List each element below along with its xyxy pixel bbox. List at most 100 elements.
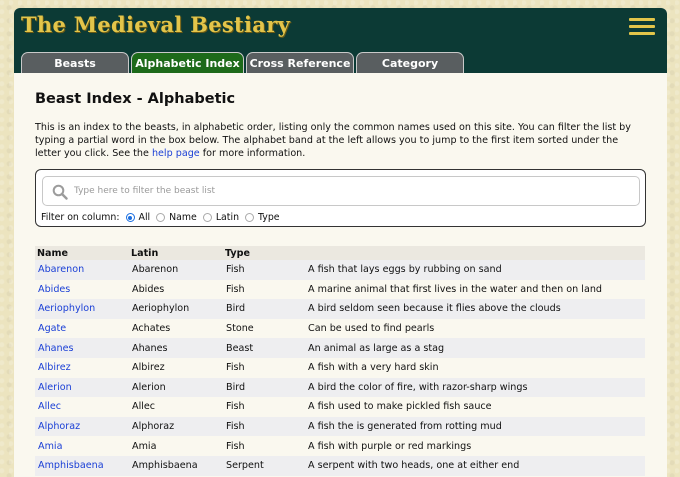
beast-latin-cell: Allec: [129, 397, 223, 417]
beast-latin-cell: Achates: [129, 318, 223, 339]
radio-dot[interactable]: [202, 213, 212, 222]
beast-name-cell: Ahanes: [35, 338, 129, 358]
tab-alphabetic-index[interactable]: Alphabetic Index: [131, 52, 244, 73]
beast-latin-cell: Aeriophylon: [129, 299, 223, 319]
beast-latin-cell: Ahanes: [129, 338, 223, 358]
beast-name-cell: Aeriophylon: [35, 299, 129, 319]
radio-all[interactable]: All: [125, 212, 151, 223]
table-row: Amia Amia Fish A fish with purple or red ma…: [35, 436, 645, 456]
filter-column-options: Filter on column: All Name Latin Type: [41, 212, 286, 223]
filter-column-label: Filter on column:: [41, 212, 120, 223]
radio-type[interactable]: Type: [245, 212, 280, 223]
beast-type-cell: Fish: [223, 260, 305, 280]
beast-latin-cell: Abarenon: [129, 260, 223, 280]
beast-description-cell: A marine animal that first lives in the …: [305, 279, 645, 300]
column-header-name[interactable]: Name: [35, 246, 129, 260]
beast-name-link[interactable]: Alphoraz: [38, 421, 80, 432]
beast-name-link[interactable]: Albirez: [38, 362, 71, 373]
beast-name-link[interactable]: Agate: [38, 323, 66, 334]
beast-type-cell: Stone: [223, 318, 305, 339]
page-title: Beast Index - Alphabetic: [35, 91, 236, 107]
beast-type-cell: Fish: [223, 357, 305, 378]
search-icon: [52, 184, 68, 200]
beast-type-cell: Bird: [223, 377, 305, 398]
intro-text-end: for more information.: [199, 148, 306, 159]
beast-name-link[interactable]: Aeriophylon: [38, 303, 95, 314]
radio-label: Type: [258, 212, 280, 223]
table-row: Albirez Albirez Fish A fish with a very har…: [35, 357, 645, 378]
intro-text-part: This is an index to the beasts, in alpha…: [35, 122, 631, 159]
beast-latin-cell: Alphoraz: [129, 416, 223, 437]
filter-panel: Filter on column: All Name Latin Type: [35, 169, 646, 227]
beast-type-cell: Fish: [223, 416, 305, 437]
beast-latin-cell: Alerion: [129, 377, 223, 398]
help-page-link[interactable]: help page: [152, 148, 200, 159]
beast-type-cell: Fish: [223, 279, 305, 300]
radio-label: All: [138, 212, 151, 223]
beast-name-link[interactable]: Amphisbaena: [38, 460, 104, 471]
beast-description-cell: A fish that lays eggs by rubbing on sand: [305, 260, 645, 280]
beast-name-cell: Agate: [35, 318, 129, 339]
table-row: Abides Abides Fish A marine animal that fir…: [35, 279, 645, 300]
beast-description-cell: A fish used to make pickled fish sauce: [305, 397, 645, 417]
intro-text: This is an index to the beasts, in alpha…: [35, 121, 647, 160]
radio-dot[interactable]: [125, 213, 135, 222]
table-header-row: Name Latin Type: [35, 246, 645, 260]
column-header-type[interactable]: Type: [223, 246, 305, 260]
beast-type-cell: Serpent: [223, 455, 305, 476]
beast-description-cell: A bird seldom seen because it flies abov…: [305, 299, 645, 319]
beast-type-cell: Bird: [223, 299, 305, 319]
beast-name-cell: Albirez: [35, 357, 129, 378]
page-frame: The Medieval Bestiary Beasts Alphabetic …: [14, 8, 667, 477]
beast-name-cell: Abides: [35, 279, 129, 300]
table-body: Abarenon Abarenon Fish A fish that lays egg…: [35, 260, 645, 476]
nav-tabs: Beasts Alphabetic Index Cross Reference …: [21, 52, 464, 73]
beast-description-cell: A fish the is generated from rotting mud: [305, 416, 645, 437]
table-row: Abarenon Abarenon Fish A fish that lays egg…: [35, 260, 645, 280]
beast-latin-cell: Amia: [129, 436, 223, 456]
radio-latin[interactable]: Latin: [202, 212, 239, 223]
beast-type-cell: Fish: [223, 397, 305, 417]
beast-description-cell: A serpent with two heads, one at either …: [305, 455, 645, 476]
beast-name-link[interactable]: Abarenon: [38, 264, 84, 275]
tab-category[interactable]: Category: [356, 52, 464, 73]
radio-dot[interactable]: [245, 213, 255, 222]
table-row: Allec Allec Fish A fish used to make pickle…: [35, 397, 645, 417]
beast-description-cell: An animal as large as a stag: [305, 338, 645, 358]
beast-name-cell: Amia: [35, 436, 129, 456]
beast-latin-cell: Abides: [129, 279, 223, 300]
beast-name-cell: Alerion: [35, 377, 129, 398]
beast-type-cell: Fish: [223, 436, 305, 456]
beast-name-cell: Alphoraz: [35, 416, 129, 437]
search-input[interactable]: [74, 182, 634, 200]
column-header-latin[interactable]: Latin: [129, 246, 223, 260]
hamburger-menu-icon[interactable]: [629, 18, 655, 35]
beast-name-cell: Amphisbaena: [35, 455, 129, 476]
beast-name-cell: Abarenon: [35, 260, 129, 280]
beast-name-link[interactable]: Amia: [38, 441, 62, 452]
tab-cross-reference[interactable]: Cross Reference: [246, 52, 354, 73]
site-header: The Medieval Bestiary Beasts Alphabetic …: [14, 8, 667, 73]
beast-type-cell: Beast: [223, 338, 305, 358]
beast-name-link[interactable]: Ahanes: [38, 343, 74, 354]
table-row: Ahanes Ahanes Beast An animal as large as a…: [35, 338, 645, 358]
beast-name-link[interactable]: Abides: [38, 284, 70, 295]
table-row: Alerion Alerion Bird A bird the color of fi…: [35, 377, 645, 398]
search-box[interactable]: [42, 176, 640, 206]
beast-table: Name Latin Type Abarenon Abarenon Fish A fi…: [35, 246, 645, 476]
table-row: Amphisbaena Amphisbaena Serpent A serpent w…: [35, 455, 645, 476]
main-content: Beast Index - Alphabetic This is an inde…: [14, 91, 667, 476]
column-header-description: [305, 246, 645, 260]
radio-dot[interactable]: [156, 213, 166, 222]
beast-name-link[interactable]: Allec: [38, 401, 61, 412]
beast-name-cell: Allec: [35, 397, 129, 417]
beast-name-link[interactable]: Alerion: [38, 382, 72, 393]
site-title[interactable]: The Medieval Bestiary: [21, 12, 290, 37]
table-row: Agate Achates Stone Can be used to find pea…: [35, 318, 645, 339]
tab-beasts[interactable]: Beasts: [21, 52, 129, 73]
beast-description-cell: A fish with a very hard skin: [305, 357, 645, 378]
radio-name[interactable]: Name: [156, 212, 197, 223]
beast-latin-cell: Amphisbaena: [129, 455, 223, 476]
table-row: Aeriophylon Aeriophylon Bird A bird seldom …: [35, 299, 645, 319]
beast-description-cell: Can be used to find pearls: [305, 318, 645, 339]
